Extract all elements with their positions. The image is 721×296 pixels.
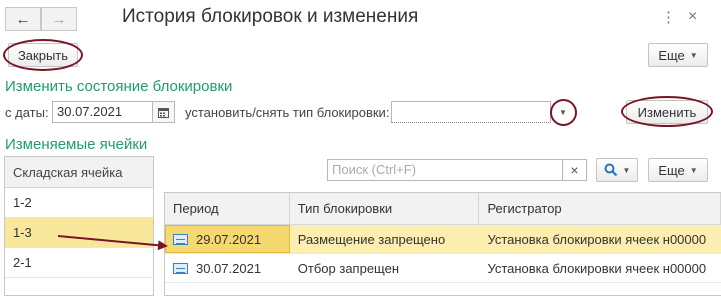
grid-more-label: Еще [658, 162, 685, 178]
window-title: История блокировок и изменения [122, 6, 419, 27]
list-item[interactable]: 1-2 [5, 188, 153, 218]
search-input[interactable]: Поиск (Ctrl+F) [327, 159, 563, 181]
change-button[interactable]: Изменить [626, 100, 708, 124]
arrow-right-icon: → [51, 10, 67, 28]
section-title-change-state: Изменить состояние блокировки [5, 78, 233, 95]
search-placeholder: Поиск (Ctrl+F) [332, 162, 417, 177]
chevron-down-icon: ▼ [689, 50, 698, 60]
period-cell[interactable]: 30.07.2021 [165, 254, 290, 282]
lock-type-cell[interactable]: Отбор запрещен [290, 254, 480, 282]
section-title-cells: Изменяемые ячейки [5, 136, 148, 153]
lock-type-label: установить/снять тип блокировки: [185, 105, 390, 120]
lock-type-cell[interactable]: Размещение запрещено [290, 225, 480, 253]
arrow-left-icon: ← [15, 10, 31, 28]
cell-list-header: Складская ячейка [5, 157, 153, 188]
chevron-down-icon: ▼ [559, 107, 567, 117]
column-header-registrar[interactable]: Регистратор [479, 193, 721, 224]
date-field[interactable]: 30.07.2021 [52, 101, 153, 123]
close-icon[interactable]: × [688, 8, 697, 26]
lock-type-field[interactable] [391, 101, 551, 123]
search-icon [604, 163, 617, 177]
clear-search-button[interactable]: × [563, 159, 587, 181]
period-value: 29.07.2021 [196, 231, 262, 247]
registrar-cell[interactable]: Установка блокировки ячеек н00000 [479, 254, 721, 282]
close-button[interactable]: Закрыть [8, 43, 78, 67]
document-icon [173, 233, 188, 245]
clear-icon: × [570, 162, 579, 178]
more-actions-icon[interactable]: ⋮ [661, 9, 676, 27]
change-button-label: Изменить [637, 104, 697, 120]
table-row-selected[interactable]: 29.07.2021 Размещение запрещено Установк… [165, 225, 721, 254]
more-button[interactable]: Еще ▼ [648, 43, 708, 67]
calendar-icon [158, 107, 169, 118]
registrar-cell[interactable]: Установка блокировки ячеек н00000 [479, 225, 721, 253]
calendar-button[interactable] [153, 101, 175, 123]
cell-list: Складская ячейка 1-2 1-3 2-1 [4, 156, 154, 296]
column-header-period[interactable]: Период [165, 193, 290, 224]
period-value: 30.07.2021 [196, 260, 262, 276]
table-row[interactable]: 30.07.2021 Отбор запрещен Установка блок… [165, 254, 721, 283]
back-button[interactable]: ← [5, 7, 41, 31]
search-button[interactable]: ▼ [596, 158, 638, 182]
chevron-down-icon: ▼ [689, 165, 698, 175]
document-icon [173, 262, 188, 274]
list-item-selected[interactable]: 1-3 [5, 218, 153, 248]
lock-type-dropdown-button[interactable]: ▼ [551, 101, 575, 123]
list-item[interactable]: 2-1 [5, 248, 153, 278]
table-header: Период Тип блокировки Регистратор [165, 193, 721, 225]
period-cell[interactable]: 29.07.2021 [165, 225, 290, 253]
grid-more-button[interactable]: Еще ▼ [648, 158, 708, 182]
date-label: с даты: [5, 105, 49, 120]
forward-button[interactable]: → [41, 7, 77, 31]
more-button-label: Еще [658, 47, 685, 63]
chevron-down-icon: ▼ [622, 165, 631, 175]
column-header-lock-type[interactable]: Тип блокировки [290, 193, 480, 224]
history-table: Период Тип блокировки Регистратор 29.07.… [164, 192, 721, 296]
close-button-label: Закрыть [17, 47, 69, 63]
